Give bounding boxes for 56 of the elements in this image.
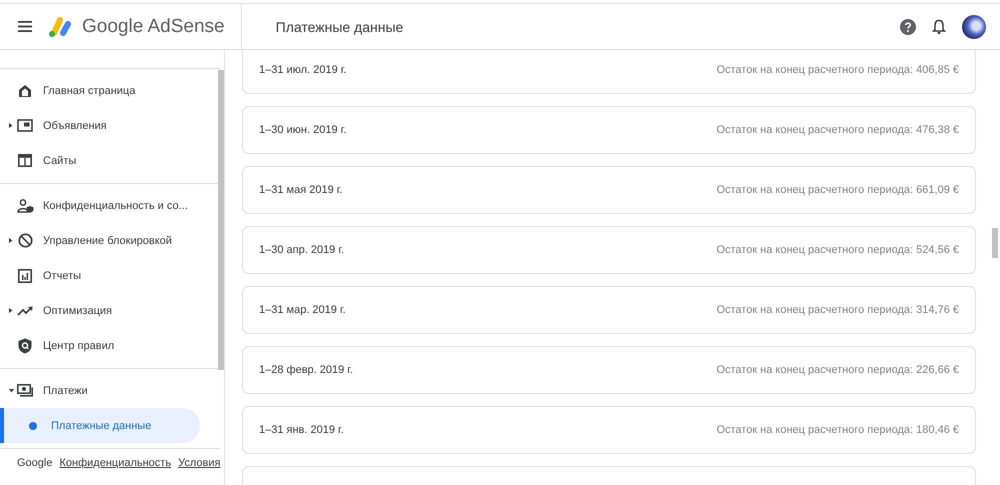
nav-item[interactable]: Оптимизация (0, 293, 220, 328)
period-label: 1–31 июл. 2019 г. (259, 64, 346, 76)
money-icon (17, 384, 33, 397)
bell-icon[interactable] (932, 18, 946, 34)
caret-icon[interactable] (9, 123, 13, 128)
display-icon (17, 119, 33, 132)
statement-card[interactable]: 1–31 янв. 2019 г. Остаток на конец расчетного периода: 180,46 € (242, 406, 976, 454)
help-icon[interactable] (900, 18, 916, 34)
period-label: 1–31 янв. 2019 г. (259, 424, 344, 436)
period-label: 1–30 апр. 2019 г. (259, 244, 344, 256)
balance-label: Остаток на конец расчетного периода: 226,66 € (716, 364, 959, 376)
period-label: 1–30 июн. 2019 г. (259, 124, 346, 136)
bar-chart-icon (18, 268, 32, 282)
period-label: 1–31 мая 2019 г. (259, 184, 342, 196)
nav-item[interactable]: Управление блокировкой (0, 223, 220, 258)
shield-search-icon (18, 338, 32, 354)
browser-window-icon (18, 154, 32, 167)
statement-card[interactable]: 1–28 февр. 2019 г. Остаток на конец расчетного периода: 226,66 € (242, 346, 976, 394)
footer-link[interactable]: Конфиденциальность (59, 457, 172, 469)
nav-item[interactable]: Отчеты (0, 258, 220, 293)
balance-label: Остаток на конец расчетного периода: 406,85 € (716, 64, 959, 76)
menu-icon[interactable] (18, 21, 32, 32)
balance-label: Остаток на конец расчетного периода: 476,38 € (716, 124, 959, 136)
home-icon (18, 84, 32, 98)
balance-label: Остаток на конец расчетного периода: 314,76 € (716, 304, 959, 316)
statement-card[interactable]: 1–31 июл. 2019 г. Остаток на конец расчетного периода: 406,85 € (242, 50, 976, 94)
nav-item[interactable]: Главная страница (0, 73, 220, 108)
balance-label: Остаток на конец расчетного периода: 524,56 € (716, 244, 959, 256)
nav-subitem[interactable]: Платежные данные (0, 408, 200, 443)
product-name: Google AdSense (82, 16, 225, 38)
statement-card[interactable]: 1–31 мая 2019 г. Остаток на конец расчетного периода: 661,09 € (242, 166, 976, 214)
footer-brand: Google (17, 457, 52, 469)
page-title: Платежные данные (276, 18, 404, 34)
footer-link[interactable]: Условия (178, 457, 220, 469)
nav-item[interactable]: Сайты (0, 143, 220, 178)
caret-icon[interactable] (9, 238, 13, 243)
nav-item[interactable]: Конфиденциальность и со... (0, 188, 220, 223)
statement-card[interactable]: 1–30 июн. 2019 г. Остаток на конец расчетного периода: 476,38 € (242, 106, 976, 154)
logo-icon (48, 16, 74, 38)
nav-item[interactable]: Объявления (0, 108, 220, 143)
period-label: 1–31 мар. 2019 г. (259, 304, 346, 316)
caret-icon[interactable] (9, 308, 13, 313)
block-icon (18, 233, 32, 248)
avatar[interactable] (962, 14, 986, 38)
person-shield-icon (16, 198, 34, 212)
scrollbar[interactable] (992, 228, 998, 258)
trend-icon (17, 306, 33, 316)
nav-item[interactable]: Платежи (0, 373, 220, 408)
scrollbar[interactable] (218, 70, 224, 370)
balance-label: Остаток на конец расчетного периода: 180,46 € (716, 424, 959, 436)
balance-label: Остаток на конец расчетного периода: 661,09 € (716, 184, 959, 196)
nav-item[interactable]: Центр правил (0, 328, 220, 363)
statement-card[interactable]: 1–30 апр. 2019 г. Остаток на конец расчетного периода: 524,56 € (242, 226, 976, 274)
caret-icon[interactable] (8, 388, 14, 392)
period-label: 1–28 февр. 2019 г. (259, 364, 354, 376)
statement-card[interactable]: 1–31 мар. 2019 г. Остаток на конец расчетного периода: 314,76 € (242, 286, 976, 334)
